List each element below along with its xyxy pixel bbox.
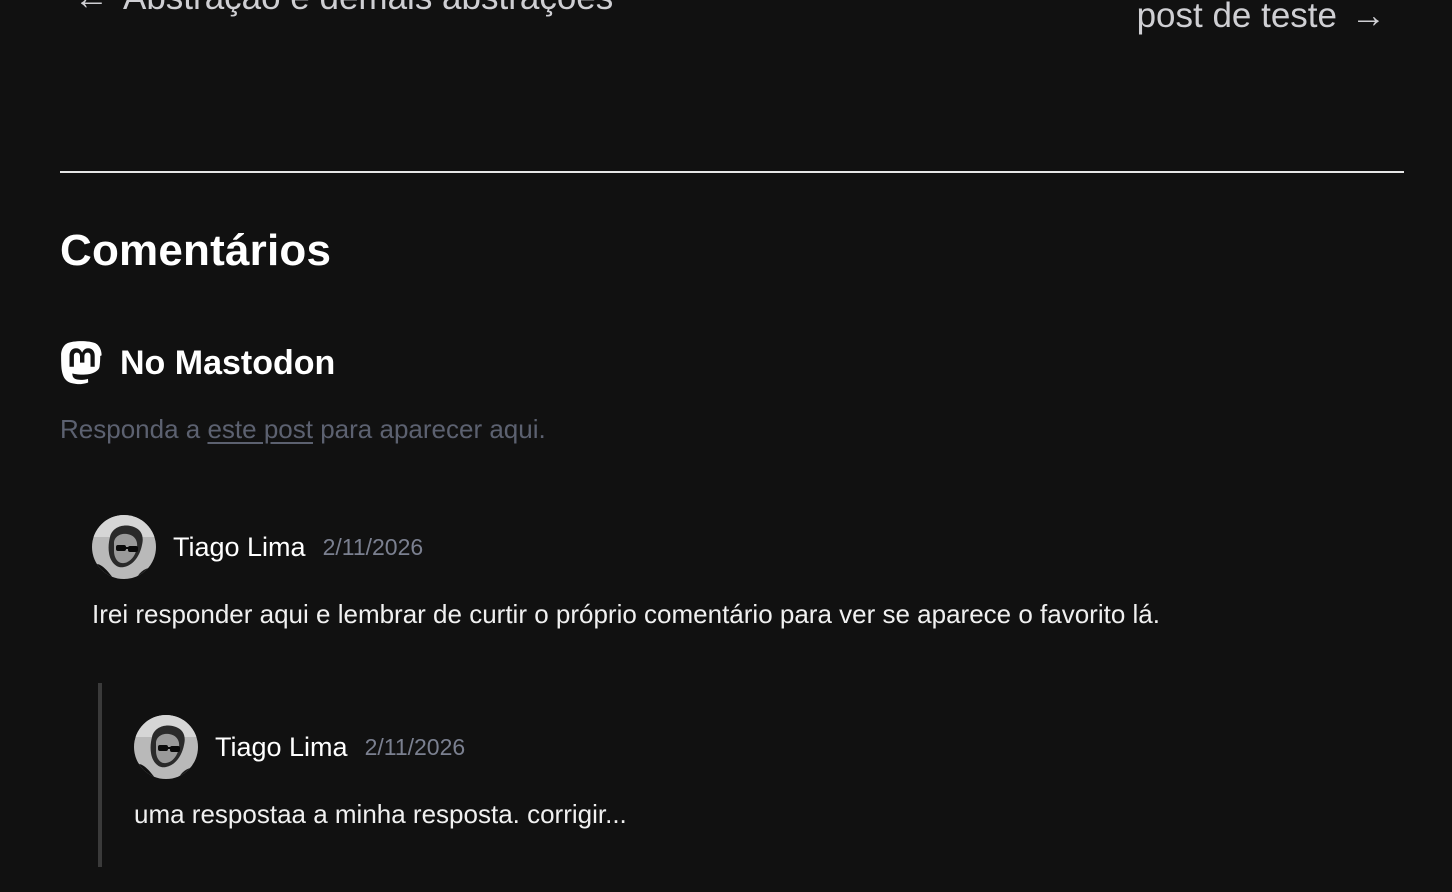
comment-date[interactable]: 2/11/2026 — [323, 534, 424, 561]
comment-text: Irei responder aqui e lembrar de curtir … — [92, 599, 1160, 629]
section-divider — [60, 171, 1404, 173]
comment-author[interactable]: Tiago Lima — [173, 532, 306, 563]
reply-thread-line — [98, 683, 102, 867]
mastodon-heading-label: No Mastodon — [120, 343, 336, 382]
arrow-left-icon: ← — [74, 0, 109, 17]
avatar[interactable] — [134, 715, 198, 779]
comments-title: Comentários — [60, 226, 332, 275]
comment-reply: Tiago Lima 2/11/2026 uma respostaa a min… — [134, 715, 627, 830]
comment-header: Tiago Lima 2/11/2026 — [92, 515, 1160, 579]
previous-post-title: Abstração e demais abstrações — [123, 0, 613, 17]
comment-header: Tiago Lima 2/11/2026 — [134, 715, 627, 779]
comment: Tiago Lima 2/11/2026 Irei responder aqui… — [92, 515, 1160, 630]
mastodon-icon — [60, 341, 103, 385]
next-post-link[interactable]: post de teste → — [1137, 0, 1386, 36]
comment-date[interactable]: 2/11/2026 — [365, 734, 466, 761]
reply-hint: Responda a este post para aparecer aqui. — [60, 414, 546, 445]
mastodon-post-link[interactable]: este post — [207, 414, 313, 444]
comment-text: uma respostaa a minha resposta. corrigir… — [134, 799, 627, 829]
reply-hint-prefix: Responda a — [60, 414, 201, 444]
previous-post-link[interactable]: ← Abstração e demais abstrações — [74, 0, 613, 18]
next-post-title: post de teste — [1136, 0, 1337, 35]
comment-author[interactable]: Tiago Lima — [215, 732, 348, 763]
avatar[interactable] — [92, 515, 156, 579]
reply-hint-suffix: para aparecer aqui. — [320, 414, 546, 444]
mastodon-heading: No Mastodon — [60, 341, 335, 385]
arrow-right-icon: → — [1351, 0, 1386, 35]
